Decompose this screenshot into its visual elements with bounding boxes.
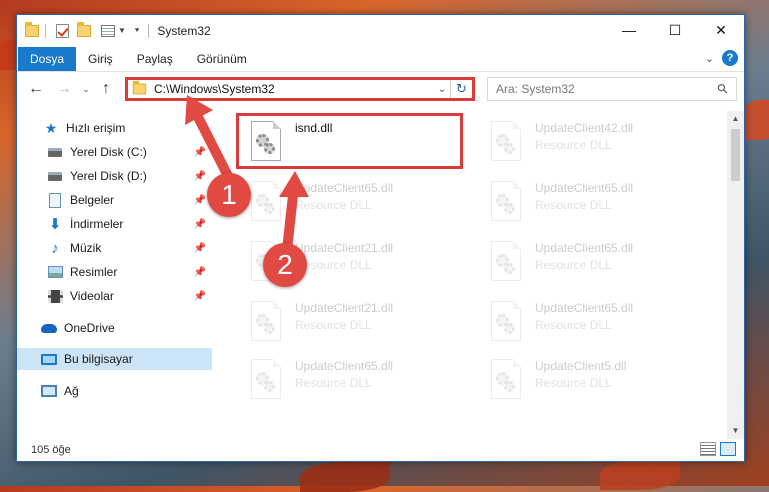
annotation-arrow-1 [192,112,235,183]
annotation-arrowhead-2 [279,171,309,197]
annotation-step-1: 1 [207,173,251,217]
annotation-step-2: 2 [263,243,307,287]
background-leaf [300,462,390,492]
annotation-arrows [185,95,309,251]
explorer-window: ▼ ⯆ System32 — ☐ ✕ Dosya Giriş Paylaş Gö… [16,14,745,462]
annotation-arrow-2 [282,194,298,251]
